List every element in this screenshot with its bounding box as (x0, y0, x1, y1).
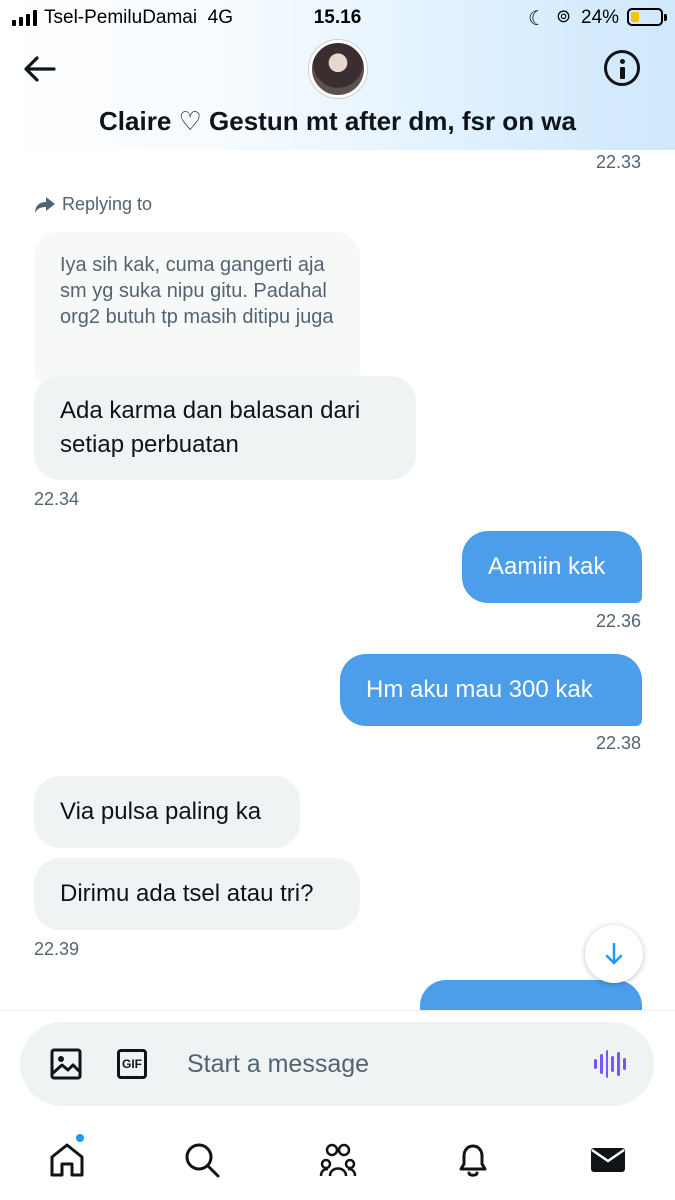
conversation-header: Claire ♡ Gestun mt after dm, fsr on wa (0, 36, 675, 150)
home-icon (50, 1143, 84, 1177)
message-timestamp: 22.33 (595, 152, 641, 172)
notification-dot (76, 1134, 84, 1142)
nav-communities[interactable] (318, 1140, 358, 1180)
conversation-title: Claire ♡ Gestun mt after dm, fsr on wa (99, 106, 576, 136)
message-input[interactable] (187, 1048, 567, 1080)
back-button[interactable] (22, 54, 58, 84)
battery-icon (627, 8, 667, 26)
gif-button[interactable]: GIF (117, 1049, 147, 1079)
message-bubble-outgoing[interactable]: Aamiin kak (462, 531, 642, 603)
message-composer: GIF (20, 1022, 654, 1106)
bell-icon (459, 1144, 487, 1177)
moon-icon: ☾ (528, 8, 546, 30)
status-bar: Tsel-PemiluDamai 4G 15.16 ☾ ⊚ 24% (0, 0, 675, 36)
media-button[interactable] (50, 1048, 82, 1080)
reply-arrow-icon (35, 196, 55, 213)
replying-to-text: Replying to (62, 194, 153, 214)
info-button[interactable] (604, 50, 640, 86)
image-icon (50, 1048, 82, 1080)
message-bubble-incoming[interactable]: Via pulsa paling ka (34, 776, 300, 848)
battery-percent: 24% (581, 7, 620, 28)
nav-home[interactable] (47, 1140, 87, 1180)
message-timestamp: 22.34 (34, 489, 80, 509)
voice-message-button[interactable] (594, 1049, 626, 1079)
message-timestamp: 22.38 (595, 733, 641, 753)
communities-icon (319, 1143, 357, 1177)
search-icon (185, 1143, 220, 1178)
bottom-navigation (0, 1120, 675, 1200)
clock: 15.16 (313, 7, 362, 28)
message-bubble-incoming[interactable]: Ada karma dan balasan dari setiap perbua… (34, 376, 416, 480)
mail-icon (591, 1148, 625, 1172)
arrow-down-icon (605, 942, 623, 965)
arrow-left-icon (24, 56, 56, 82)
nav-search[interactable] (182, 1140, 222, 1180)
replying-to-label: Replying to (34, 194, 152, 215)
nav-notifications[interactable] (453, 1140, 493, 1180)
info-icon (620, 59, 625, 64)
rotation-lock-icon: ⊚ (556, 6, 572, 26)
message-timestamp: 22.39 (34, 939, 80, 959)
nav-messages[interactable] (588, 1140, 628, 1180)
message-timestamp: 22.36 (595, 611, 641, 631)
message-bubble-outgoing[interactable]: Hm aku mau 300 kak (340, 654, 642, 726)
avatar[interactable] (309, 40, 367, 98)
message-bubble-incoming[interactable]: Dirimu ada tsel atau tri? (34, 858, 360, 930)
scroll-to-bottom-button[interactable] (585, 925, 643, 983)
quoted-message[interactable]: Iya sih kak, cuma gangerti aja sm yg suk… (34, 232, 360, 392)
